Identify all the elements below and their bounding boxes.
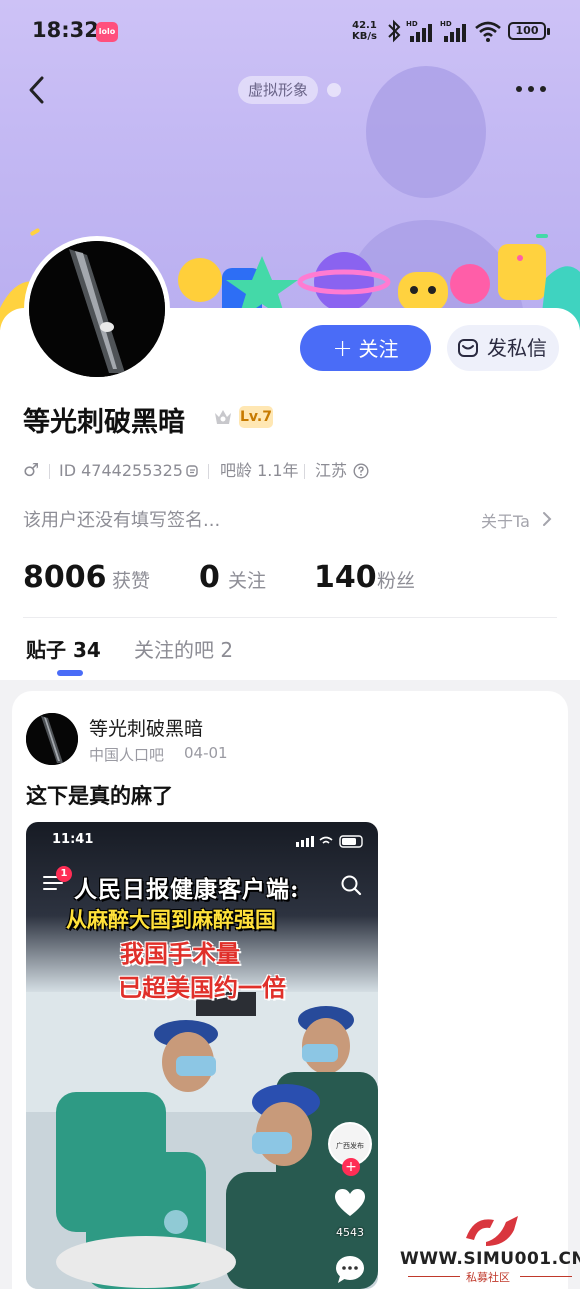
watermark-line (408, 1276, 460, 1277)
bluetooth-icon (388, 19, 401, 43)
more-options-button[interactable] (510, 78, 552, 100)
help-icon[interactable] (353, 463, 369, 479)
post-author-avatar[interactable] (26, 713, 78, 765)
send-message-button[interactable]: 发私信 (447, 325, 559, 371)
image-status-icons (296, 835, 363, 848)
network-speed: 42.1 KB/s (352, 20, 377, 42)
following-count[interactable]: 0 (199, 560, 220, 595)
svg-text:HD: HD (406, 20, 418, 28)
likes-count[interactable]: 8006 (23, 560, 107, 595)
user-avatar[interactable] (24, 236, 170, 382)
post-date: 04-01 (184, 744, 228, 762)
image-search-icon (341, 875, 362, 896)
meta-divider (304, 464, 305, 479)
back-button[interactable] (22, 72, 54, 108)
battery-indicator: 100 (508, 22, 550, 40)
watermark-text: WWW.SIMU001.CN (400, 1249, 580, 1269)
post-title[interactable]: 这下是真的麻了 (26, 780, 173, 810)
status-time: 18:32 (32, 18, 99, 42)
follow-button[interactable]: + 关注 (300, 325, 431, 371)
user-signature: 该用户还没有填写签名... (23, 510, 221, 531)
image-comment-icon (336, 1256, 364, 1283)
gender-male-icon: ♂ (23, 460, 40, 481)
watermark-logo-icon (466, 1216, 518, 1246)
image-notification-badge: 1 (56, 866, 72, 882)
post-author-name[interactable]: 等光刺破黑暗 (89, 714, 203, 741)
active-tab-indicator (57, 670, 83, 676)
likes-label: 获赞 (112, 570, 151, 592)
bar-age: 吧龄 1.1年 (220, 461, 299, 480)
app-badge-icon: lolo (96, 22, 118, 42)
following-label: 关注 (228, 570, 267, 592)
svg-text:HD: HD (440, 20, 452, 28)
tab-posts[interactable]: 贴子 34 (26, 634, 101, 663)
image-like-count: 4543 (336, 1226, 364, 1239)
signal-hd-2-icon: HD (440, 20, 466, 42)
level-badge: Lv.7 (239, 406, 273, 428)
image-caption-line-4: 已超美国约一倍 (118, 973, 286, 1002)
fans-count[interactable]: 140 (314, 560, 377, 595)
virtual-avatar-tag[interactable]: 虚拟形象 (238, 76, 319, 104)
status-bar: 18:32 lolo 42.1 KB/s HD HD 100 (0, 0, 580, 62)
post-forum[interactable]: 中国人口吧 (89, 744, 164, 765)
copy-id-icon[interactable] (185, 463, 200, 478)
fans-label: 粉丝 (377, 570, 416, 592)
post-avatar-image (26, 713, 78, 765)
message-icon (458, 339, 478, 357)
crown-badge-icon (215, 410, 231, 424)
wifi-icon (475, 21, 501, 42)
virtual-avatar-dot (327, 83, 341, 97)
divider (23, 617, 557, 618)
image-status-time: 11:41 (52, 832, 94, 847)
avatar-image (29, 241, 165, 377)
about-link[interactable]: 关于Ta (481, 508, 530, 532)
image-heart-icon (335, 1189, 365, 1216)
image-caption-line-3: 我国手术量 (120, 939, 240, 968)
image-add-icon: + (342, 1158, 360, 1176)
user-location: 江苏 (315, 461, 348, 480)
tab-followed-bars[interactable]: 关注的吧 2 (134, 634, 233, 663)
post-image[interactable]: 11:41 1 人民日报健康客户端: 从麻醉大国到麻醉强国 我国手术量 已超美国… (26, 822, 378, 1289)
watermark-line (520, 1276, 572, 1277)
image-caption-line-1: 人民日报健康客户端: (74, 876, 300, 903)
user-id: ID 4744255325 (59, 461, 183, 480)
image-caption-line-2: 从麻醉大国到麻醉强国 (66, 907, 276, 932)
surgery-scene-illustration (26, 992, 378, 1289)
meta-divider (49, 464, 50, 479)
watermark-subtext: 私募社区 (466, 1271, 510, 1284)
meta-divider (208, 464, 209, 479)
profile-username: 等光刺破黑暗 (23, 407, 185, 438)
plus-icon: + (332, 334, 353, 362)
chevron-right-icon[interactable] (541, 510, 553, 528)
signal-hd-icon: HD (406, 20, 432, 42)
